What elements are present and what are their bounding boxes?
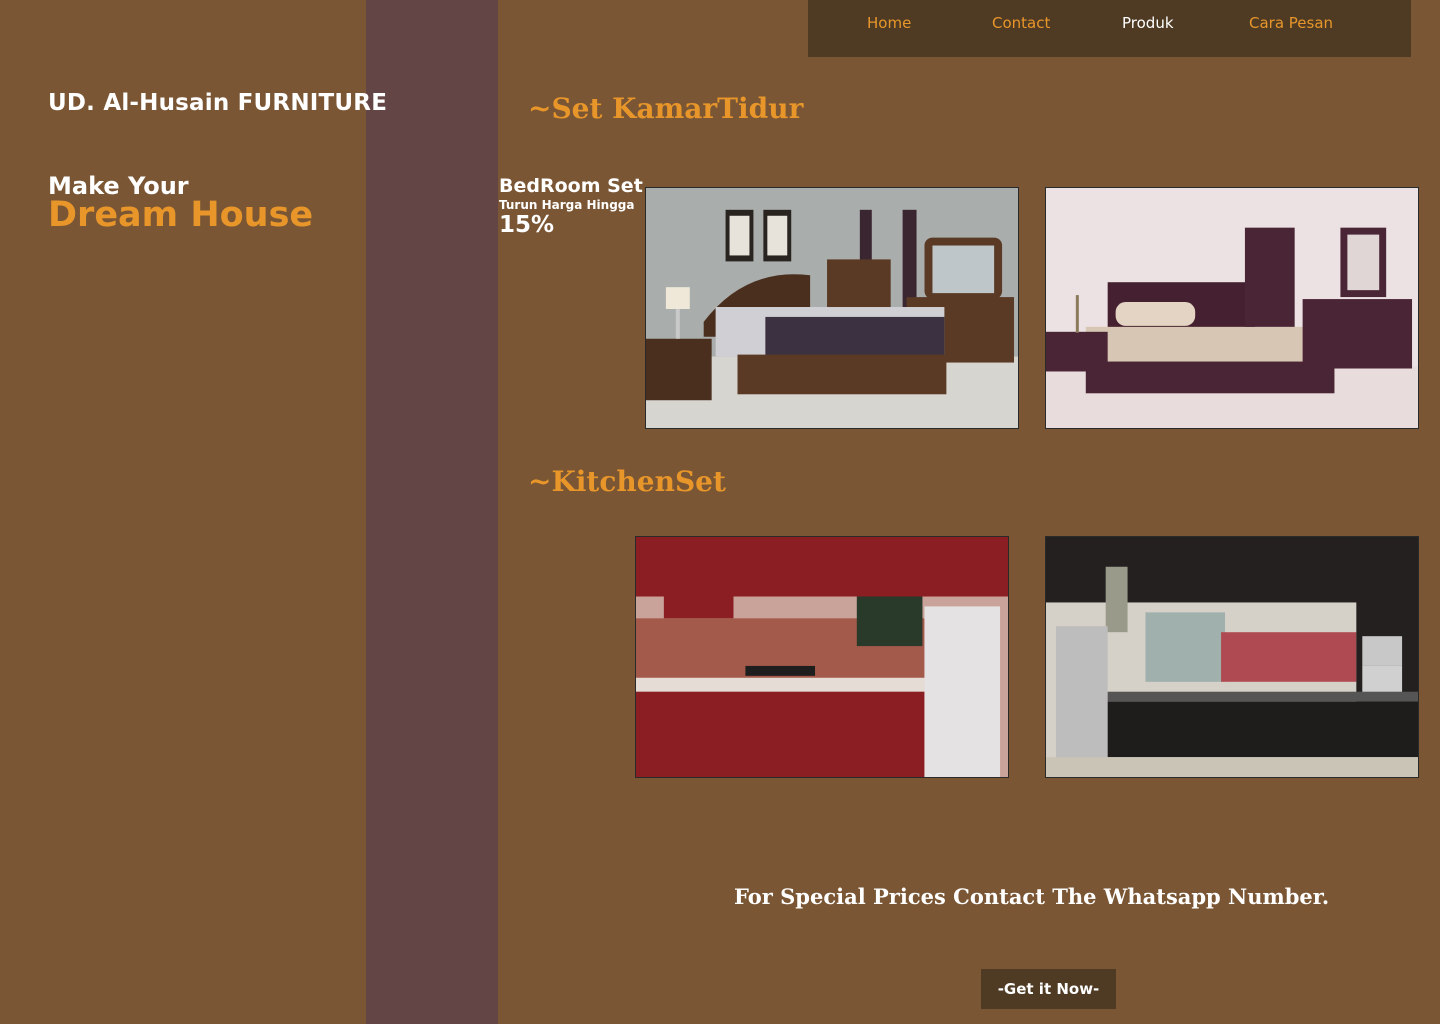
- kitchen-photo-black: [1046, 537, 1418, 777]
- nav-produk[interactable]: Produk: [1122, 14, 1174, 32]
- hero-tagline-line2: Dream House: [48, 195, 314, 235]
- bedroom-section-title: ~Set KamarTidur: [528, 92, 804, 125]
- contact-message: For Special Prices Contact The Whatsapp …: [734, 884, 1330, 909]
- nav-contact[interactable]: Contact: [992, 14, 1050, 32]
- promo-name: BedRoom Set: [499, 175, 643, 197]
- brand-name: UD. Al-Husain FURNITURE: [48, 90, 388, 116]
- kitchen-section-title: ~KitchenSet: [528, 465, 726, 498]
- bedroom-photo-purple: [1046, 188, 1418, 428]
- kitchen-photo-red: [636, 537, 1008, 777]
- bedroom-photo-brown: [646, 188, 1018, 428]
- promo-subtitle: Turun Harga Hingga: [499, 198, 635, 212]
- promo-discount: 15%: [499, 212, 555, 238]
- get-it-now-button[interactable]: -Get it Now-: [981, 969, 1116, 1009]
- top-nav: Home Contact Produk Cara Pesan: [808, 0, 1411, 57]
- decorative-stripe: [366, 0, 498, 1024]
- kitchen-image-1[interactable]: [635, 536, 1009, 778]
- bedroom-image-1[interactable]: [645, 187, 1019, 429]
- bedroom-image-2[interactable]: [1045, 187, 1419, 429]
- kitchen-image-2[interactable]: [1045, 536, 1419, 778]
- nav-home[interactable]: Home: [867, 14, 911, 32]
- nav-cara-pesan[interactable]: Cara Pesan: [1249, 14, 1333, 32]
